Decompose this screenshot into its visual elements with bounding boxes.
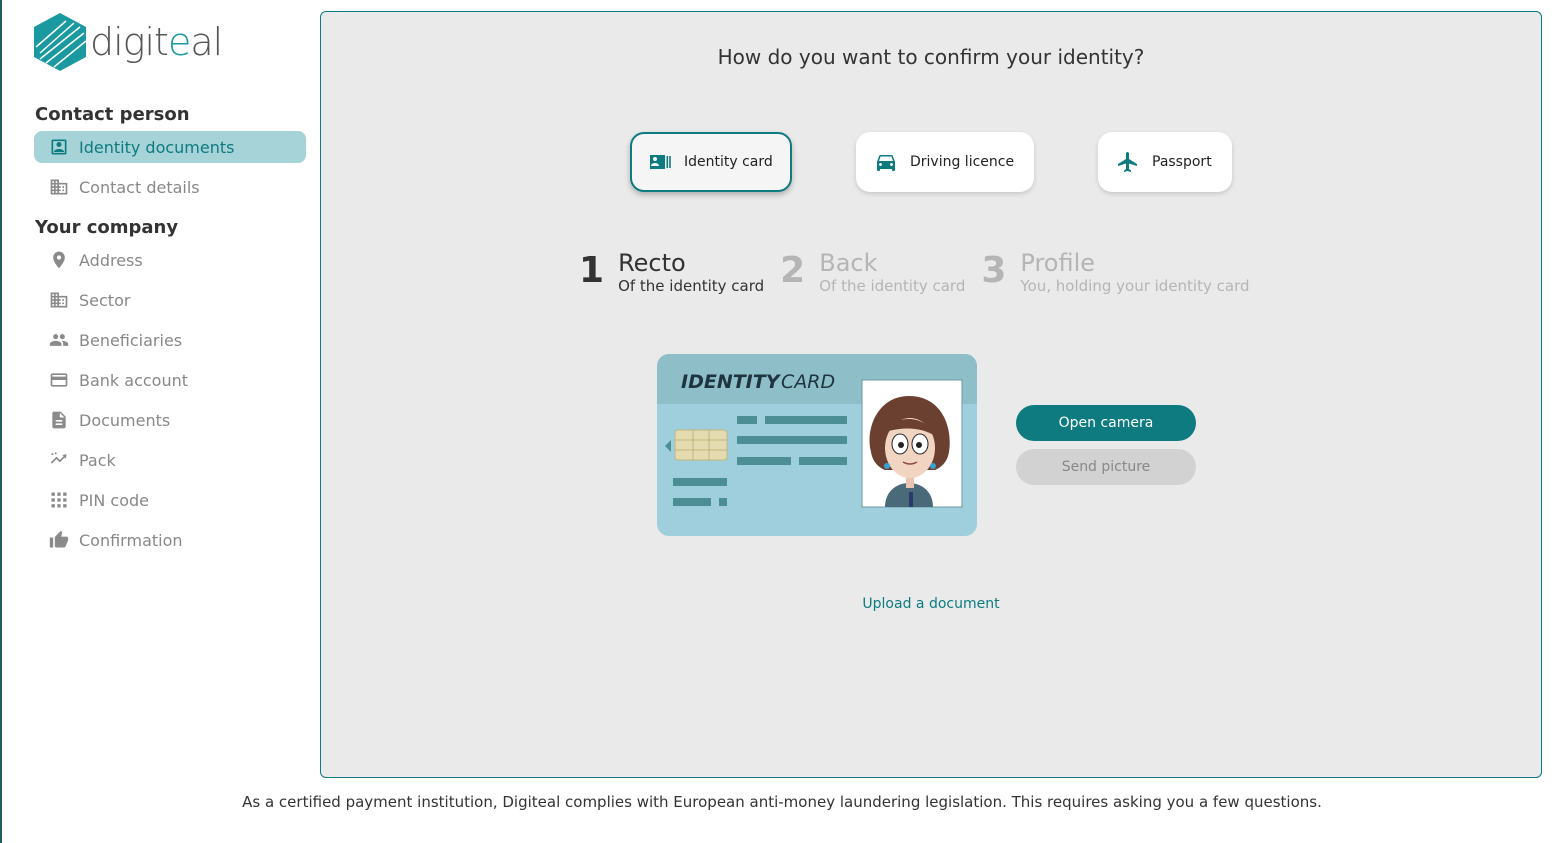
identity-card-illustration: IDENTITY CARD bbox=[657, 354, 977, 536]
sidebar-item-label: Beneficiaries bbox=[79, 330, 183, 350]
keypad-icon bbox=[48, 489, 70, 511]
compliance-notice: As a certified payment institution, Digi… bbox=[242, 793, 1322, 811]
card-title-bold: IDENTITY bbox=[681, 371, 782, 393]
step-subtitle: Of the identity card bbox=[618, 277, 765, 295]
upload-document-link[interactable]: Upload a document bbox=[321, 596, 1541, 612]
thumbs-up-icon bbox=[48, 529, 70, 551]
step-title: Profile bbox=[1020, 249, 1096, 277]
sidebar-item-pin-code[interactable]: PIN code bbox=[34, 484, 306, 516]
step-subtitle: You, holding your identity card bbox=[1020, 277, 1250, 295]
sidebar-item-bank-account[interactable]: Bank account bbox=[34, 364, 306, 396]
window-left-edge bbox=[0, 0, 2, 843]
card-title-light: CARD bbox=[781, 371, 835, 393]
airplane-icon bbox=[1118, 152, 1137, 172]
passport-label: Passport bbox=[1152, 154, 1212, 170]
section-title-contact-person: Contact person bbox=[35, 104, 190, 125]
building-icon bbox=[48, 289, 70, 311]
brand-name: digiteal bbox=[90, 20, 223, 64]
step-title: Back bbox=[819, 249, 878, 277]
identity-card-label: Identity card bbox=[684, 154, 773, 170]
sidebar-item-documents[interactable]: Documents bbox=[34, 404, 306, 436]
identity-panel: How do you want to confirm your identity… bbox=[320, 11, 1542, 778]
send-picture-button[interactable]: Send picture bbox=[1016, 449, 1196, 485]
nav-your-company: Address Sector Beneficiaries Bank accoun… bbox=[34, 244, 306, 556]
car-icon bbox=[877, 155, 895, 171]
sidebar-item-address[interactable]: Address bbox=[34, 244, 306, 276]
driving-licence-label: Driving licence bbox=[910, 154, 1015, 170]
sidebar-item-label: Contact details bbox=[79, 177, 200, 197]
sidebar-item-label: Address bbox=[79, 250, 143, 270]
credit-card-icon bbox=[48, 369, 70, 391]
sidebar-item-label: Pack bbox=[79, 450, 116, 470]
document-icon bbox=[48, 409, 70, 431]
identity-card-option[interactable]: Identity card bbox=[630, 132, 792, 192]
open-camera-button[interactable]: Open camera bbox=[1016, 405, 1196, 441]
sidebar-item-label: Documents bbox=[79, 410, 171, 430]
brand-logo[interactable]: digiteal bbox=[34, 12, 306, 72]
nav-contact-person: Identity documents Contact details bbox=[34, 131, 306, 203]
step-number: 1 bbox=[579, 250, 605, 291]
sidebar-item-label: Bank account bbox=[79, 370, 189, 390]
sidebar-item-label: PIN code bbox=[79, 490, 150, 510]
page-title: How do you want to confirm your identity… bbox=[717, 45, 1145, 69]
step-back: 2 Back Of the identity card bbox=[780, 250, 965, 296]
id-card-icon bbox=[650, 155, 671, 169]
sidebar: digiteal Contact person Identity documen… bbox=[34, 12, 306, 564]
sidebar-item-pack[interactable]: Pack bbox=[34, 444, 306, 476]
section-title-your-company: Your company bbox=[35, 217, 179, 238]
hexagon-logo-icon bbox=[34, 13, 86, 71]
step-number: 2 bbox=[780, 250, 806, 291]
building-icon bbox=[48, 176, 70, 198]
location-pin-icon bbox=[48, 249, 70, 271]
sidebar-item-label: Identity documents bbox=[79, 137, 235, 157]
step-profile: 3 Profile You, holding your identity car… bbox=[981, 250, 1249, 296]
id-badge-icon bbox=[48, 136, 70, 158]
sidebar-item-label: Confirmation bbox=[79, 530, 183, 550]
step-title: Recto bbox=[618, 249, 686, 277]
people-icon bbox=[48, 329, 70, 351]
sidebar-item-confirmation[interactable]: Confirmation bbox=[34, 524, 306, 556]
step-number: 3 bbox=[981, 250, 1007, 291]
sidebar-item-beneficiaries[interactable]: Beneficiaries bbox=[34, 324, 306, 356]
trending-icon bbox=[48, 449, 70, 471]
driving-licence-option[interactable]: Driving licence bbox=[856, 132, 1034, 192]
sidebar-item-contact-details[interactable]: Contact details bbox=[34, 171, 306, 203]
step-recto: 1 Recto Of the identity card bbox=[579, 250, 764, 296]
sidebar-item-label: Sector bbox=[79, 290, 131, 310]
step-subtitle: Of the identity card bbox=[819, 277, 966, 295]
passport-option[interactable]: Passport bbox=[1098, 132, 1232, 192]
capture-steps: 1 Recto Of the identity card 2 Back Of t… bbox=[579, 250, 1266, 296]
sidebar-item-sector[interactable]: Sector bbox=[34, 284, 306, 316]
sidebar-item-identity-documents[interactable]: Identity documents bbox=[34, 131, 306, 163]
